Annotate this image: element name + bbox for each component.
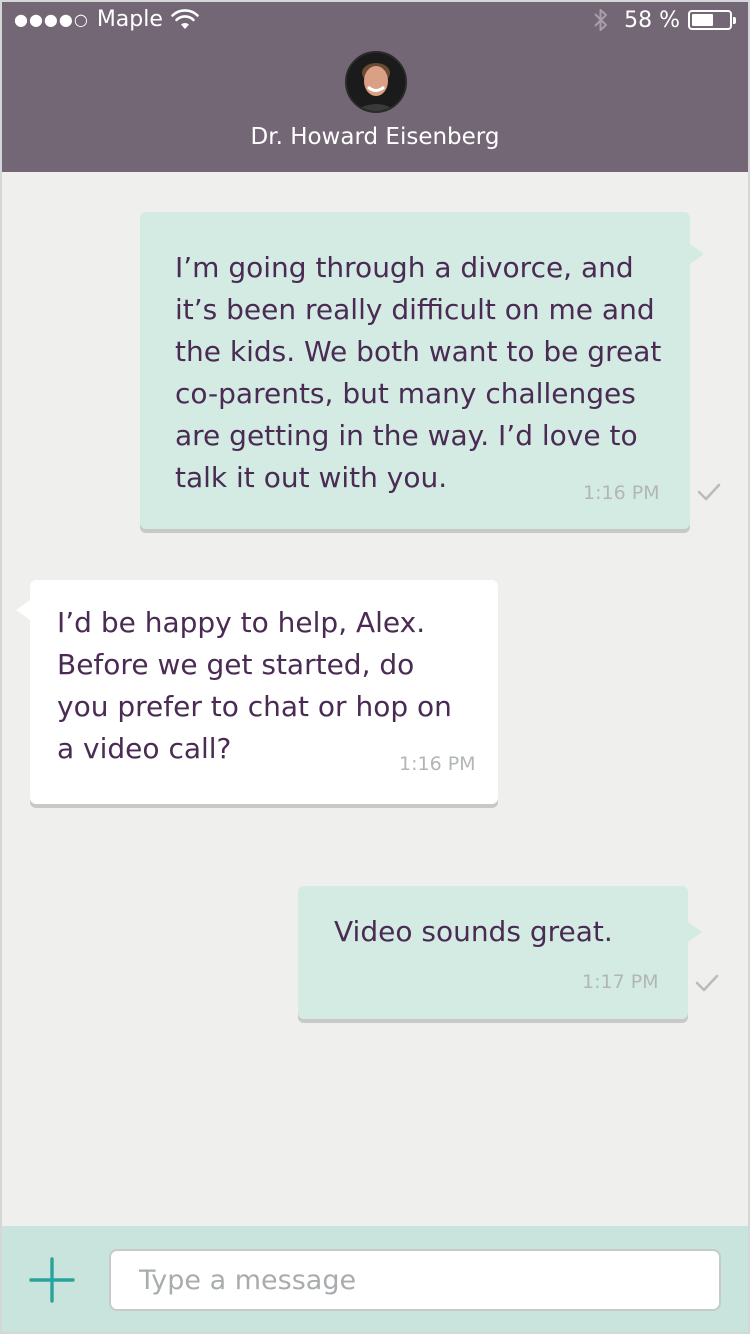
message-text: Video sounds great.	[334, 911, 679, 953]
delivered-check-icon	[697, 483, 721, 501]
bubble-tail	[690, 244, 704, 264]
bubble-tail	[688, 922, 702, 942]
message-line: the kids. We both want to be great	[175, 335, 662, 368]
message-input[interactable]	[109, 1249, 721, 1311]
message-timestamp: 1:17 PM	[582, 971, 659, 993]
message-timestamp: 1:16 PM	[583, 482, 660, 504]
status-bar: ●●●●○ Maple 58 %	[0, 0, 750, 40]
delivered-check-icon	[695, 974, 719, 992]
wifi-icon	[171, 8, 199, 29]
battery-fill	[692, 14, 713, 26]
add-attachment-button[interactable]	[28, 1256, 76, 1304]
message-line: you prefer to chat or hop on	[57, 690, 452, 723]
carrier-name: Maple	[96, 7, 163, 32]
bubble-tail	[16, 600, 30, 620]
contact-avatar[interactable]	[345, 51, 407, 113]
message-line: are getting in the way. I’d love to	[175, 419, 638, 452]
contact-name[interactable]: Dr. Howard Eisenberg	[0, 124, 750, 150]
message-line: Video sounds great.	[334, 915, 613, 948]
message-bubble-incoming[interactable]: I’d be happy to help, Alex. Before we ge…	[30, 580, 498, 804]
message-bubble-outgoing[interactable]: Video sounds great. 1:17 PM	[298, 886, 688, 1019]
status-right: 58 %	[592, 7, 736, 33]
message-text: I’m going through a divorce, and it’s be…	[175, 247, 685, 499]
bluetooth-icon	[594, 9, 608, 31]
message-timestamp: 1:16 PM	[399, 753, 476, 775]
message-line: I’d be happy to help, Alex.	[57, 606, 426, 639]
message-line: it’s been really difficult on me and	[175, 293, 655, 326]
battery-percent: 58 %	[624, 7, 680, 33]
message-line: co-parents, but many challenges	[175, 377, 636, 410]
message-line: Before we get started, do	[57, 648, 415, 681]
status-left: ●●●●○ Maple	[14, 7, 199, 32]
signal-strength-icon: ●●●●○	[14, 10, 89, 29]
chat-header: ●●●●○ Maple 58 % Dr. Howard Eisenberg	[0, 0, 750, 172]
battery-icon	[688, 10, 736, 30]
message-text: I’d be happy to help, Alex. Before we ge…	[57, 602, 487, 770]
message-bubble-outgoing[interactable]: I’m going through a divorce, and it’s be…	[140, 212, 690, 529]
message-line: I’m going through a divorce, and	[175, 251, 634, 284]
avatar-portrait-icon	[347, 53, 405, 111]
